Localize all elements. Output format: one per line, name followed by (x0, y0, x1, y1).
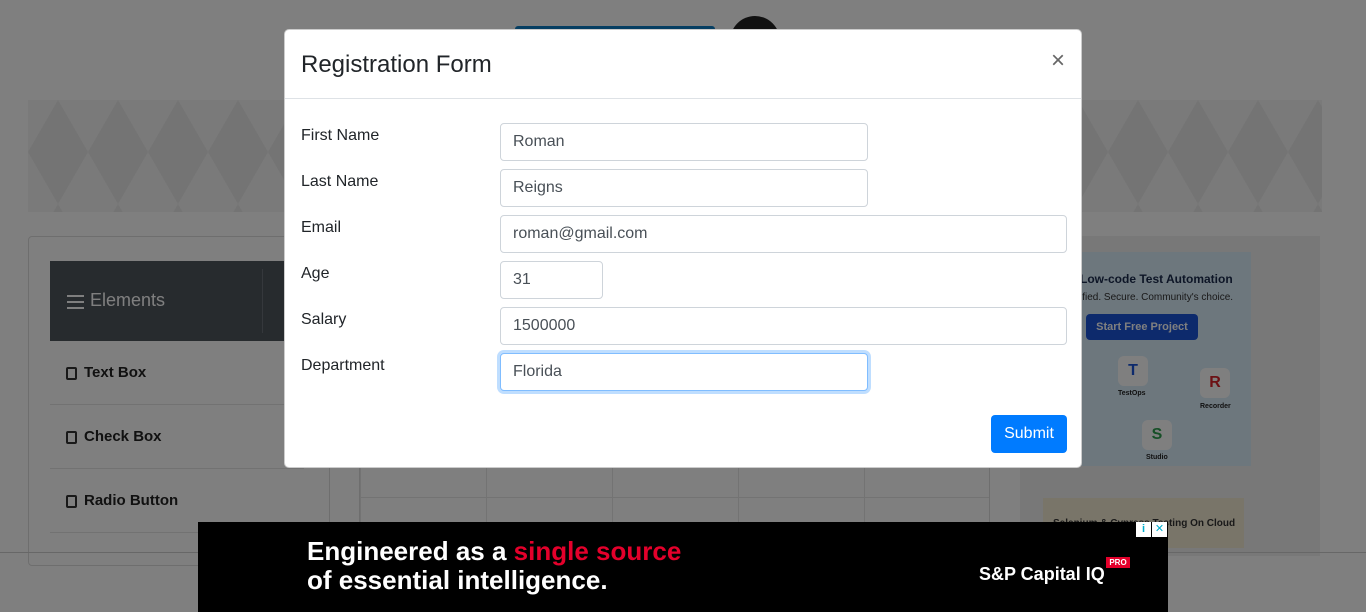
submit-button[interactable]: Submit (991, 415, 1067, 453)
last-name-label: Last Name (301, 173, 379, 190)
last-name-input[interactable] (500, 169, 868, 207)
close-icon[interactable]: ✕ (1152, 522, 1167, 537)
department-label: Department (301, 357, 385, 374)
modal-header: Registration Form × (285, 30, 1081, 99)
ad-headline-prefix: Engineered as a (307, 536, 514, 566)
info-icon[interactable]: i (1136, 522, 1151, 537)
modal-title: Registration Form (301, 51, 492, 78)
registration-modal: Registration Form × First Name Last Name… (284, 29, 1082, 468)
ad-brand-badge: PRO (1106, 557, 1130, 568)
bottom-banner-ad[interactable]: Engineered as a single source of essenti… (198, 522, 1168, 612)
age-input[interactable] (500, 261, 603, 299)
close-icon[interactable]: × (1047, 48, 1069, 74)
ad-headline-line2: of essential intelligence. (307, 565, 608, 595)
age-label: Age (301, 265, 330, 282)
salary-input[interactable] (500, 307, 1067, 345)
first-name-label: First Name (301, 127, 380, 144)
ad-headline-line1: Engineered as a single source (307, 536, 681, 567)
first-name-input[interactable] (500, 123, 868, 161)
department-input[interactable] (500, 353, 868, 391)
ad-brand: S&P Capital IQ (979, 564, 1105, 584)
email-input[interactable] (500, 215, 1067, 253)
salary-label: Salary (301, 311, 347, 328)
email-label: Email (301, 219, 342, 236)
ad-headline-highlight: single source (513, 536, 682, 566)
